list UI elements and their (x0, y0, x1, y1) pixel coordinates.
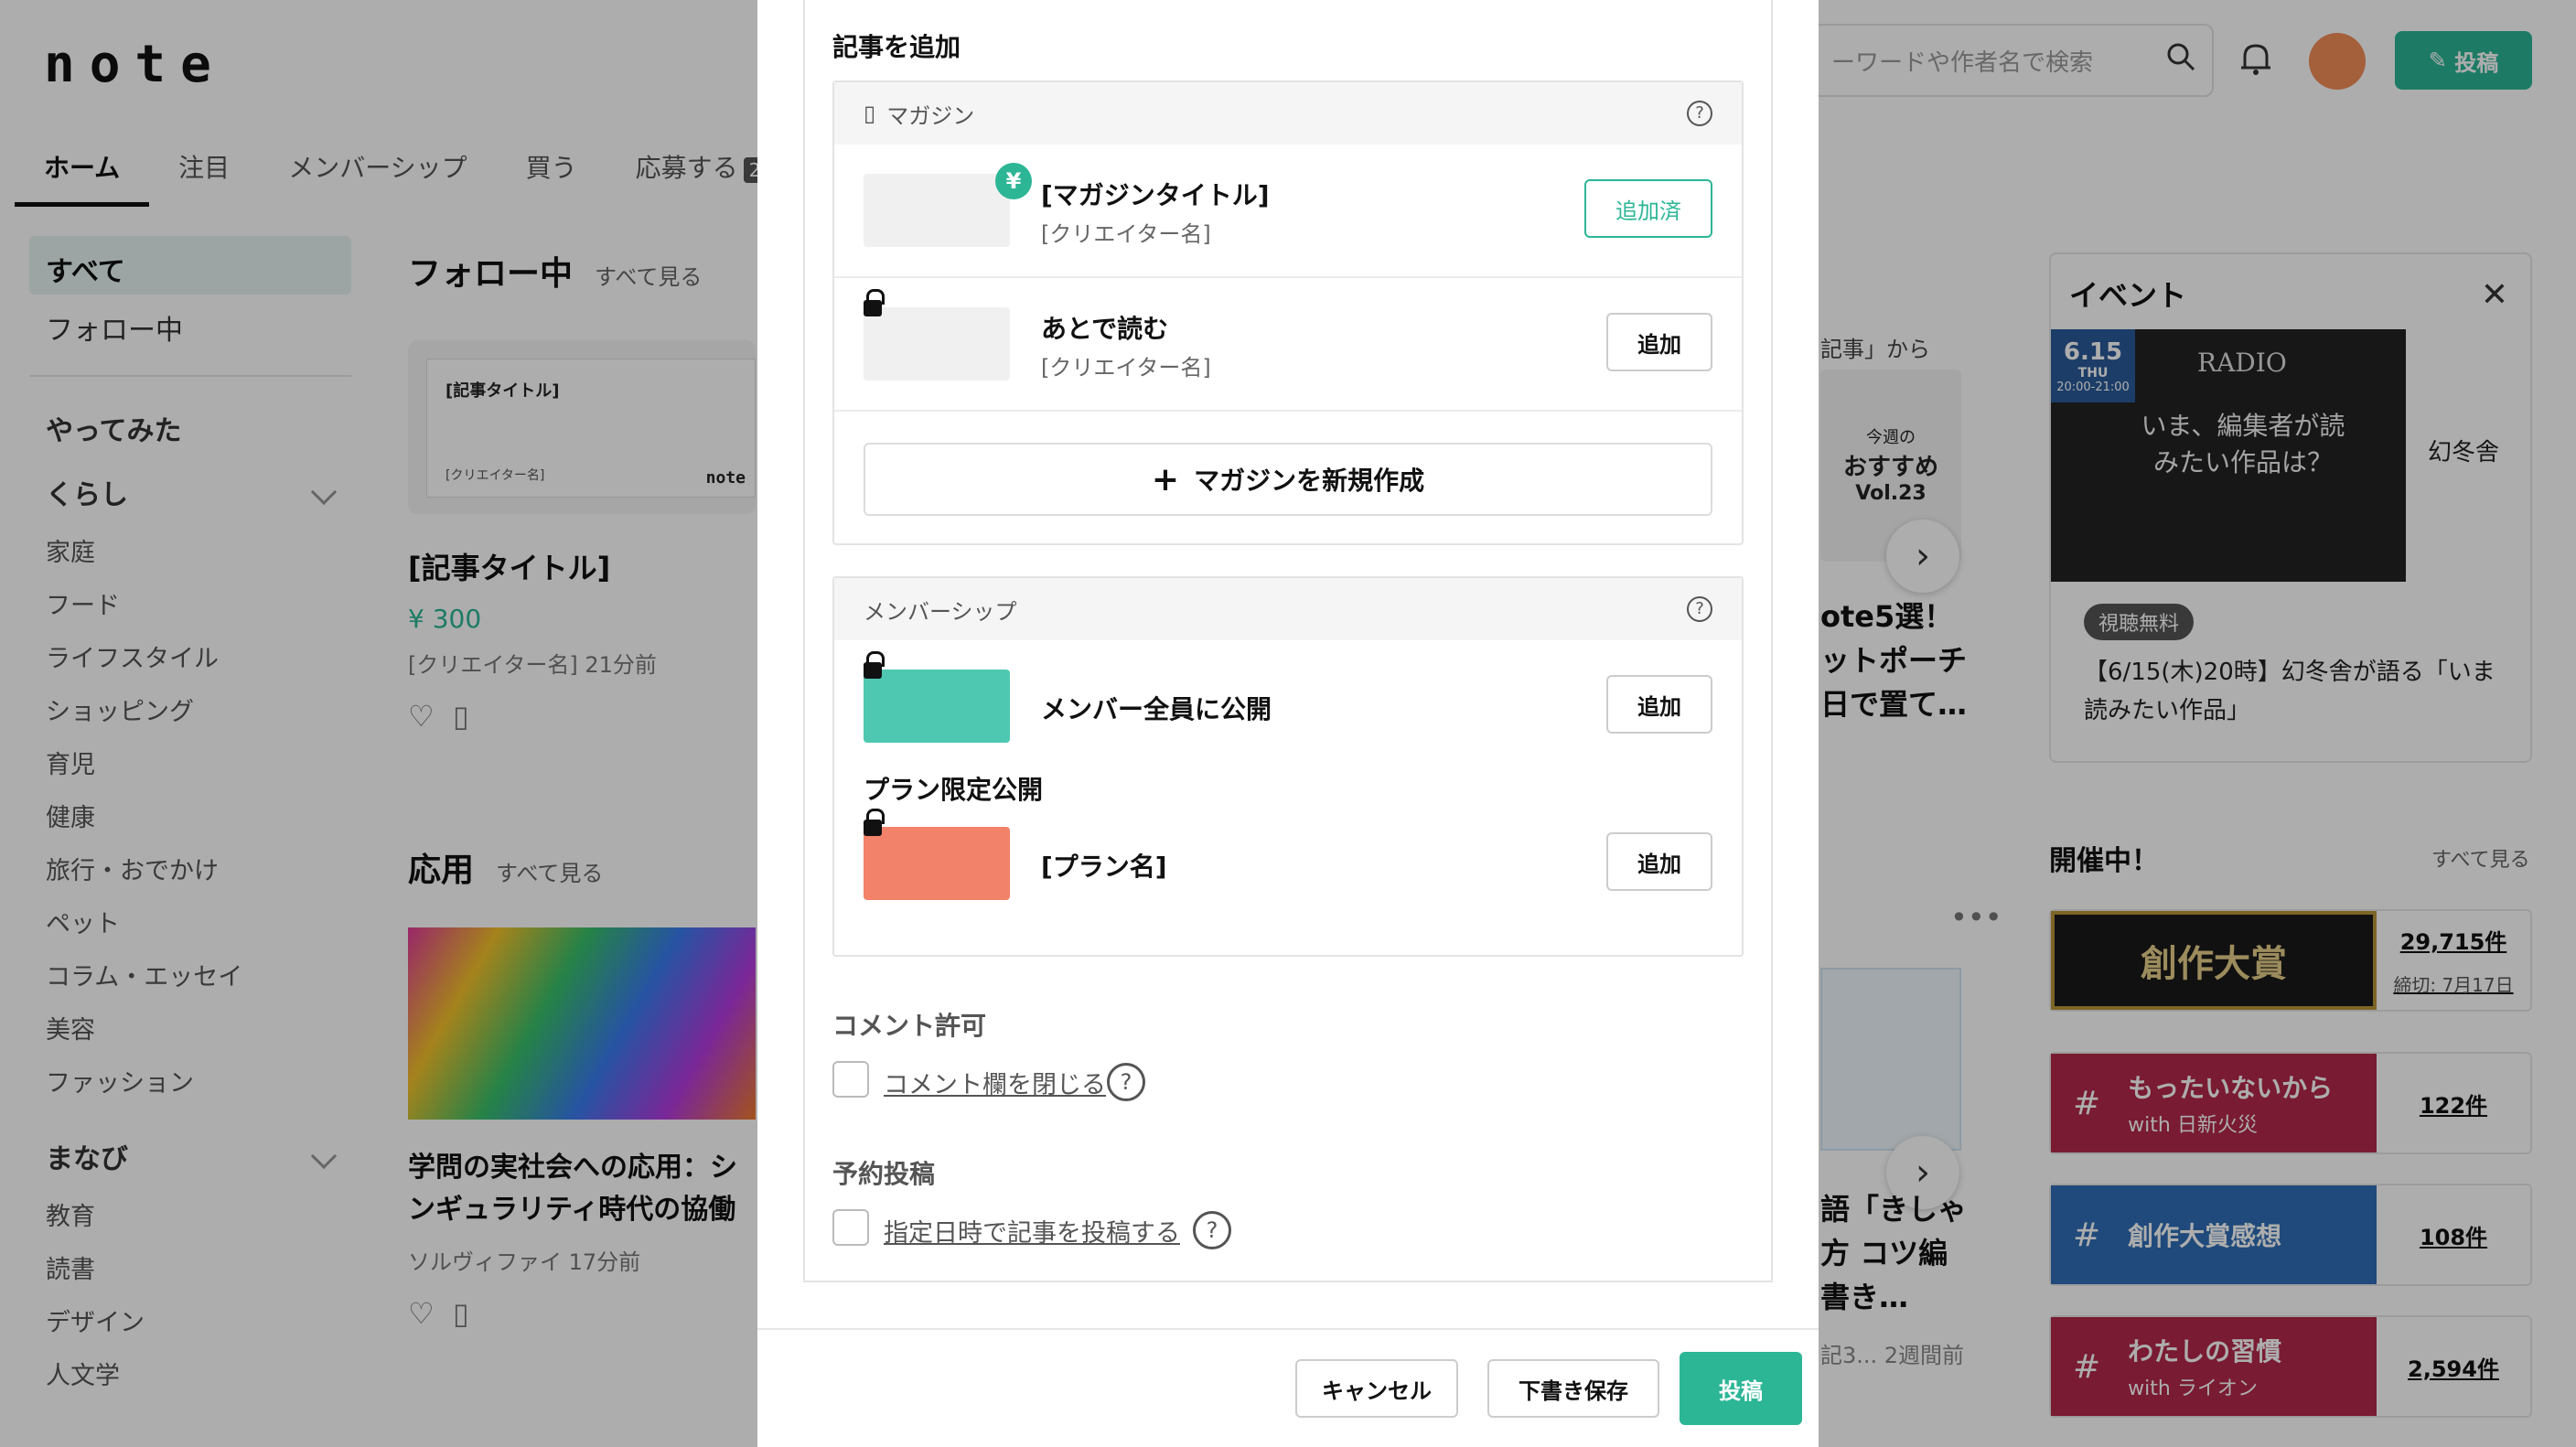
help-icon[interactable]: ? (1107, 1063, 1145, 1101)
membership-row: メンバー全員に公開 追加 (834, 640, 1742, 770)
magazine-title: あとで読む (1041, 314, 1169, 344)
schedule-checkbox[interactable] (832, 1209, 869, 1246)
new-magazine-button[interactable]: + マガジンを新規作成 (864, 443, 1712, 516)
plan-heading: プラン限定公開 (864, 775, 1044, 805)
close-comments-checkbox[interactable] (832, 1061, 869, 1098)
plus-icon: + (1151, 460, 1180, 498)
plan-name: [プラン名] (1041, 852, 1167, 882)
lock-icon (864, 809, 885, 836)
membership-panel-title: メンバーシップ (864, 598, 1017, 625)
close-comments-label[interactable]: コメント欄を閉じる (884, 1065, 1106, 1100)
cancel-button[interactable]: キャンセル (1295, 1359, 1458, 1418)
save-draft-button[interactable]: 下書き保存 (1487, 1359, 1659, 1418)
lock-icon (864, 651, 885, 679)
magazine-thumbnail (864, 174, 1010, 247)
publish-button[interactable]: 投稿 (1680, 1352, 1802, 1425)
magazine-creator: [クリエイター名] (1041, 221, 1211, 247)
membership-panel: メンバーシップ? メンバー全員に公開 追加 プラン限定公開 [プラン名] 追加 (832, 576, 1744, 957)
book-icon: ▯ (864, 101, 876, 126)
magazine-row: あとで読む [クリエイター名] 追加 (834, 278, 1742, 412)
added-button[interactable]: 追加済 (1584, 179, 1712, 238)
add-button[interactable]: 追加 (1606, 313, 1712, 371)
comment-section-label: コメント許可 (832, 1011, 987, 1041)
magazine-panel-title: マガジン (886, 102, 975, 129)
add-button[interactable]: 追加 (1606, 675, 1712, 734)
new-magazine-label: マガジンを新規作成 (1194, 466, 1425, 496)
schedule-section-label: 予約投稿 (832, 1159, 936, 1189)
help-icon[interactable]: ? (1687, 596, 1712, 622)
add-to-magazine-modal: 記事を追加 ▯ マガジン? ¥ [マガジンタイトル] [クリエイター名] 追加済 … (757, 0, 1819, 1447)
magazine-thumbnail (864, 307, 1010, 381)
magazine-row: ¥ [マガジンタイトル] [クリエイター名] 追加済 (834, 145, 1742, 278)
membership-thumbnail (864, 670, 1010, 743)
plan-thumbnail (864, 827, 1010, 900)
magazine-creator: [クリエイター名] (1041, 355, 1211, 381)
membership-panel-header: メンバーシップ? (834, 578, 1742, 640)
yen-icon: ¥ (995, 163, 1032, 199)
magazine-title: [マガジンタイトル] (1041, 180, 1270, 210)
help-icon[interactable]: ? (1687, 101, 1712, 126)
plan-row: [プラン名] 追加 (834, 807, 1742, 937)
publish-button-highlight: 投稿 (1672, 1345, 1809, 1432)
help-icon[interactable]: ? (1193, 1211, 1231, 1249)
lock-icon (864, 289, 885, 316)
magazine-panel: ▯ マガジン? ¥ [マガジンタイトル] [クリエイター名] 追加済 あとで読む … (832, 80, 1744, 545)
modal-footer-divider (757, 1328, 1819, 1330)
magazine-panel-header: ▯ マガジン? (834, 82, 1742, 145)
schedule-label[interactable]: 指定日時で記事を投稿する (884, 1213, 1180, 1249)
modal-title: 記事を追加 (832, 32, 961, 62)
new-magazine-row: + マガジンを新規作成 (834, 412, 1742, 545)
add-button[interactable]: 追加 (1606, 832, 1712, 891)
membership-all-label: メンバー全員に公開 (1041, 694, 1272, 724)
